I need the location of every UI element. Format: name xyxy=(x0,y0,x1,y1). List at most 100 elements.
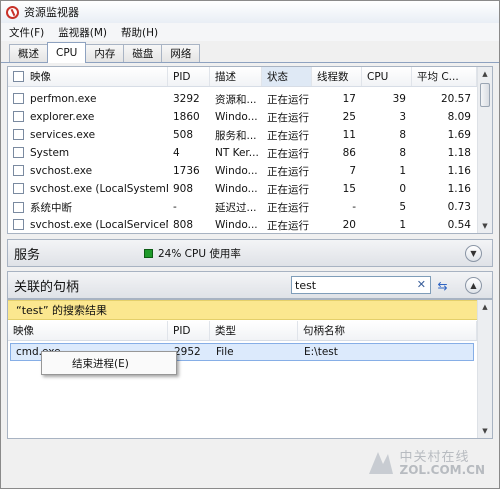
table-row[interactable]: svchost.exe 1736 Windo... 正在运行 7 1 1.16 xyxy=(8,162,477,180)
cell-avg-cpu-text: 8.09 xyxy=(447,111,471,123)
cell-avg-cpu: 8.09 xyxy=(412,111,477,123)
tab-strip: 概述 CPU 内存 磁盘 网络 xyxy=(1,41,499,63)
menu-bar: 文件(F) 监视器(M) 帮助(H) xyxy=(1,23,499,41)
menu-file[interactable]: 文件(F) xyxy=(9,25,44,40)
column-handle-name[interactable]: 句柄名称 xyxy=(298,321,477,340)
cell-status-text: 正在运行 xyxy=(267,147,309,160)
row-checkbox[interactable] xyxy=(13,219,24,230)
cell-cpu: 0 xyxy=(362,183,412,195)
tab-disk[interactable]: 磁盘 xyxy=(123,44,163,62)
column-threads[interactable]: 线程数 xyxy=(312,67,362,86)
cell-cpu-text: 39 xyxy=(392,93,406,105)
cell-avg-cpu: 0.73 xyxy=(412,201,477,213)
cell-avg-cpu: 20.57 xyxy=(412,93,477,105)
tab-network[interactable]: 网络 xyxy=(161,44,201,62)
table-row[interactable]: svchost.exe (LocalSystemN... 908 Windo... 正… xyxy=(8,180,477,198)
row-checkbox[interactable] xyxy=(13,201,24,213)
cell-avg-cpu: 1.69 xyxy=(412,129,477,141)
table-row[interactable]: explorer.exe 1860 Windo... 正在运行 25 3 8.09 xyxy=(8,108,477,126)
scroll-up-icon[interactable]: ▲ xyxy=(478,67,492,81)
table-row[interactable]: svchost.exe (LocalServiceN... 808 Windo...… xyxy=(8,216,477,234)
table-row[interactable]: System 4 NT Ker... 正在运行 86 8 1.18 xyxy=(8,144,477,162)
cell-avg-cpu-text: 1.69 xyxy=(447,129,471,141)
column-description[interactable]: 描述 xyxy=(210,67,262,86)
cell-status: 正在运行 xyxy=(262,110,312,125)
cell-image-text: svchost.exe (LocalSystemN... xyxy=(30,183,168,195)
services-title: 服务 xyxy=(14,247,41,263)
zol-logo-icon xyxy=(368,452,393,474)
row-checkbox[interactable] xyxy=(13,93,24,104)
scroll-thumb[interactable] xyxy=(480,83,490,107)
cell-status-text: 正在运行 xyxy=(267,201,309,214)
cell-type: File xyxy=(216,346,234,358)
column-image-label: 映像 xyxy=(30,71,51,83)
cell-threads: 17 xyxy=(312,93,362,105)
cell-pid: 1736 xyxy=(168,165,210,177)
table-row[interactable]: perfmon.exe 3292 资源和... 正在运行 17 39 20.57 xyxy=(8,90,477,108)
tab-overview[interactable]: 概述 xyxy=(9,44,48,62)
cell-threads: 20 xyxy=(312,219,362,231)
handles-scrollbar[interactable]: ▲ ▼ xyxy=(477,300,492,438)
refresh-icon[interactable]: ⇆ xyxy=(434,277,451,294)
cell-image: svchost.exe (LocalServiceN... xyxy=(8,219,168,231)
row-checkbox[interactable] xyxy=(13,183,24,194)
process-table-header: 映像 PID 描述 状态 线程数 CPU 平均 C... xyxy=(8,67,477,87)
services-section-bar[interactable]: 服务 24% CPU 使用率 ▼ xyxy=(7,239,493,267)
clear-icon[interactable]: ✕ xyxy=(417,278,426,291)
tab-cpu[interactable]: CPU xyxy=(47,42,87,63)
column-image[interactable]: 映像 xyxy=(8,67,168,86)
column-pid[interactable]: PID xyxy=(168,321,210,340)
menu-help[interactable]: 帮助(H) xyxy=(121,25,158,40)
cell-image-text: explorer.exe xyxy=(30,111,95,123)
cell-image: explorer.exe xyxy=(8,111,168,123)
column-type[interactable]: 类型 xyxy=(210,321,298,340)
scroll-down-icon[interactable]: ▼ xyxy=(478,219,492,233)
table-row[interactable]: services.exe 508 服务和... 正在运行 11 8 1.69 xyxy=(8,126,477,144)
menu-item-end-process[interactable]: 结束进程(E) xyxy=(72,356,129,371)
cell-threads: 15 xyxy=(312,183,362,195)
cell-description-text: 延迟过... xyxy=(215,201,257,214)
row-checkbox[interactable] xyxy=(13,129,24,140)
column-pid[interactable]: PID xyxy=(168,67,210,86)
cell-image-text: 系统中断 xyxy=(30,201,72,214)
cell-threads-text: 15 xyxy=(342,183,356,195)
handle-search-input[interactable]: test ✕ xyxy=(291,276,431,294)
table-row[interactable]: 系统中断 - 延迟过... 正在运行 - 5 0.73 xyxy=(8,198,477,216)
column-avg-cpu[interactable]: 平均 C... xyxy=(412,67,477,86)
cell-image: svchost.exe (LocalSystemN... xyxy=(8,183,168,195)
row-checkbox[interactable] xyxy=(13,147,24,158)
cell-threads: - xyxy=(312,201,362,213)
cell-description: Windo... xyxy=(210,111,262,123)
cell-description: Windo... xyxy=(210,219,262,231)
cell-pid-text: - xyxy=(173,201,177,213)
watermark-top-text: 中关村在线 xyxy=(399,449,470,465)
cell-pid-text: 508 xyxy=(173,129,194,141)
process-scrollbar[interactable]: ▲ ▼ xyxy=(477,67,492,233)
row-checkbox[interactable] xyxy=(13,111,24,122)
zol-watermark-logo: 中关村在线 ZOL.COM.CN xyxy=(366,448,485,478)
cell-description-text: Windo... xyxy=(215,165,258,177)
cell-status-text: 正在运行 xyxy=(267,129,309,142)
cell-cpu: 39 xyxy=(362,93,412,105)
row-checkbox[interactable] xyxy=(13,165,24,176)
cell-status: 正在运行 xyxy=(262,218,312,233)
collapse-icon[interactable]: ▲ xyxy=(465,277,482,294)
cell-image: 系统中断 xyxy=(8,200,168,215)
cell-status: 正在运行 xyxy=(262,128,312,143)
cell-image-text: System xyxy=(30,147,70,159)
tab-memory[interactable]: 内存 xyxy=(85,44,125,62)
column-status[interactable]: 状态 xyxy=(262,67,312,86)
column-image[interactable]: 映像 xyxy=(8,321,168,340)
collapse-icon[interactable]: ▼ xyxy=(465,245,482,262)
menu-monitor[interactable]: 监视器(M) xyxy=(58,25,107,40)
cell-threads-text: 25 xyxy=(342,111,356,123)
scroll-down-icon[interactable]: ▼ xyxy=(478,424,492,438)
column-cpu[interactable]: CPU xyxy=(362,67,412,86)
cell-avg-cpu-text: 0.73 xyxy=(447,201,471,213)
scroll-up-icon[interactable]: ▲ xyxy=(478,300,492,314)
select-all-checkbox[interactable] xyxy=(13,71,24,82)
cell-pid-text: 1736 xyxy=(173,165,200,177)
cell-image-text: services.exe xyxy=(30,129,96,141)
cell-avg-cpu-text: 1.16 xyxy=(447,183,471,195)
cell-threads-text: 7 xyxy=(349,165,356,177)
